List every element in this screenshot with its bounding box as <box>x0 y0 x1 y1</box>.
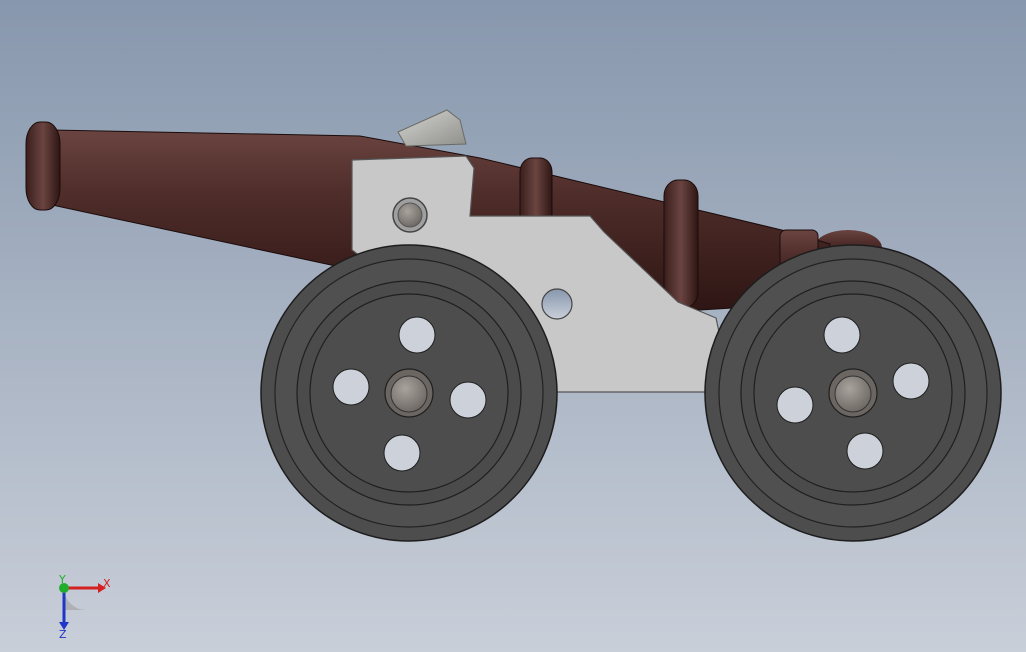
cannon-model-scene[interactable] <box>0 0 1026 652</box>
rear-wheel[interactable] <box>704 244 1002 542</box>
front-wheel[interactable] <box>260 244 558 542</box>
z-axis-label: Z <box>59 628 67 640</box>
x-axis-label: X <box>103 577 111 590</box>
graphics-viewport[interactable]: X Y Z <box>0 0 1026 652</box>
y-axis-label: Y <box>58 573 66 586</box>
orientation-triad[interactable]: X Y Z <box>50 570 120 640</box>
